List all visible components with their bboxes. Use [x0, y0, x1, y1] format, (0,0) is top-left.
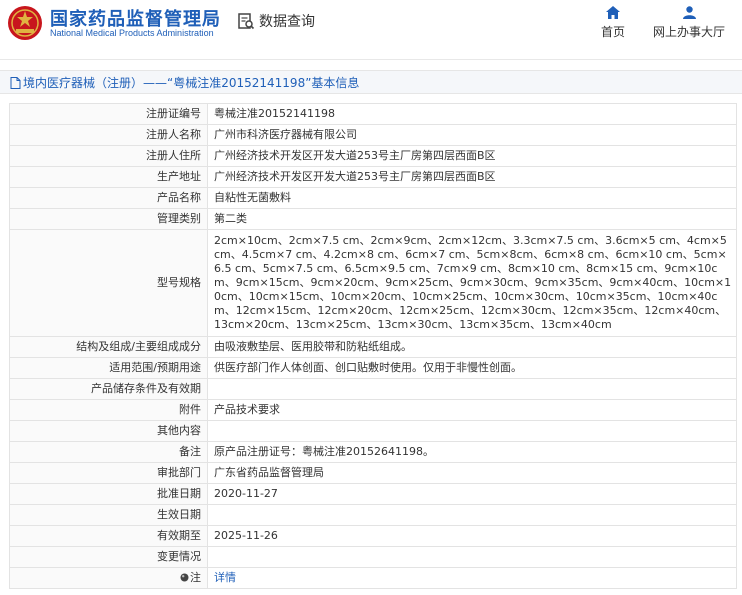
nav-home-label: 首页 — [600, 25, 625, 39]
row-value: 2cm×10cm、2cm×7.5 cm、2cm×9cm、2cm×12cm、3.3… — [207, 229, 737, 337]
table-row: 注 详情 — [9, 567, 737, 589]
site-header: 国家药品监督管理局 National Medical Products Admi… — [0, 0, 742, 48]
table-row: 附件 产品技术要求 — [9, 399, 737, 421]
row-value: 2020-11-27 — [207, 483, 737, 505]
table-row: 生产地址 广州经济技术开发区开发大道253号主厂房第四层西面B区 — [9, 166, 737, 188]
table-row: 有效期至 2025-11-26 — [9, 525, 737, 547]
table-row: 产品储存条件及有效期 — [9, 378, 737, 400]
breadcrumb-text: 境内医疗器械（注册）——“粤械注准20152141198”基本信息 — [23, 76, 360, 90]
row-value: 广州经济技术开发区开发大道253号主厂房第四层西面B区 — [207, 145, 737, 167]
table-row: 变更情况 — [9, 546, 737, 568]
row-value — [207, 420, 737, 442]
row-label: 附件 — [9, 399, 208, 421]
row-label: 批准日期 — [9, 483, 208, 505]
table-row: 产品名称 自粘性无菌敷料 — [9, 187, 737, 209]
row-label: 备注 — [9, 441, 208, 463]
row-value: 供医疗部门作人体创面、创口贴敷时使用。仅用于非慢性创面。 — [207, 357, 737, 379]
note-value-cell: 详情 — [207, 567, 737, 589]
table-row: 备注 原产品注册证号：粤械注准20152641198。 — [9, 441, 737, 463]
row-value: 广东省药品监督管理局 — [207, 462, 737, 484]
row-label: 结构及组成/主要组成成分 — [9, 336, 208, 358]
row-value: 由吸液敷垫层、医用胶带和防粘纸组成。 — [207, 336, 737, 358]
row-label: 管理类别 — [9, 208, 208, 230]
data-query-link[interactable]: 数据查询 — [237, 11, 315, 31]
breadcrumb: 境内医疗器械（注册）——“粤械注准20152141198”基本信息 — [0, 70, 742, 94]
row-value — [207, 504, 737, 526]
site-subtitle: National Medical Products Administration — [50, 28, 214, 38]
row-label: 注 — [190, 571, 201, 584]
table-row: 批准日期 2020-11-27 — [9, 483, 737, 505]
table-row: 其他内容 — [9, 420, 737, 442]
note-bullet-icon — [180, 573, 189, 582]
row-label: 注册证编号 — [9, 103, 208, 125]
row-value — [207, 546, 737, 568]
table-row: 注册人名称 广州市科济医疗器械有限公司 — [9, 124, 737, 146]
details-link[interactable]: 详情 — [214, 571, 236, 584]
table-row: 型号规格 2cm×10cm、2cm×7.5 cm、2cm×9cm、2cm×12cm… — [9, 229, 737, 337]
row-label: 生效日期 — [9, 504, 208, 526]
row-value: 自粘性无菌敷料 — [207, 187, 737, 209]
row-label: 产品名称 — [9, 187, 208, 209]
row-value: 广州经济技术开发区开发大道253号主厂房第四层西面B区 — [207, 166, 737, 188]
row-label: 注册人住所 — [9, 145, 208, 167]
row-value: 原产品注册证号：粤械注准20152641198。 — [207, 441, 737, 463]
row-label: 其他内容 — [9, 420, 208, 442]
row-value: 产品技术要求 — [207, 399, 737, 421]
user-icon — [682, 6, 696, 19]
search-document-icon — [238, 13, 255, 30]
table-row: 生效日期 — [9, 504, 737, 526]
table-row: 注册证编号 粤械注准20152141198 — [9, 103, 737, 125]
header-divider — [0, 59, 742, 60]
table-row: 管理类别 第二类 — [9, 208, 737, 230]
data-query-label: 数据查询 — [259, 14, 315, 30]
home-icon — [606, 6, 620, 19]
device-info-table: 注册证编号 粤械注准20152141198 注册人名称 广州市科济医疗器械有限公司 … — [9, 103, 737, 589]
table-row: 适用范围/预期用途 供医疗部门作人体创面、创口贴敷时使用。仅用于非慢性创面。 — [9, 357, 737, 379]
row-label: 变更情况 — [9, 546, 208, 568]
row-label: 型号规格 — [9, 229, 208, 337]
row-value — [207, 378, 737, 400]
emblem-logo-icon — [8, 6, 42, 40]
table-row: 注册人住所 广州经济技术开发区开发大道253号主厂房第四层西面B区 — [9, 145, 737, 167]
table-row: 审批部门 广东省药品监督管理局 — [9, 462, 737, 484]
nav-online-service[interactable]: 网上办事大厅 — [650, 6, 728, 40]
row-label: 产品储存条件及有效期 — [9, 378, 208, 400]
note-label-cell: 注 — [9, 567, 208, 589]
nav-online-label: 网上办事大厅 — [652, 25, 725, 39]
row-label: 有效期至 — [9, 525, 208, 547]
row-value: 2025-11-26 — [207, 525, 737, 547]
table-row: 结构及组成/主要组成成分 由吸液敷垫层、医用胶带和防粘纸组成。 — [9, 336, 737, 358]
row-label: 注册人名称 — [9, 124, 208, 146]
document-icon — [10, 77, 21, 89]
row-label: 审批部门 — [9, 462, 208, 484]
row-label: 适用范围/预期用途 — [9, 357, 208, 379]
row-value: 广州市科济医疗器械有限公司 — [207, 124, 737, 146]
row-value: 第二类 — [207, 208, 737, 230]
row-label: 生产地址 — [9, 166, 208, 188]
nav-home[interactable]: 首页 — [596, 6, 630, 40]
row-value: 粤械注准20152141198 — [207, 103, 737, 125]
